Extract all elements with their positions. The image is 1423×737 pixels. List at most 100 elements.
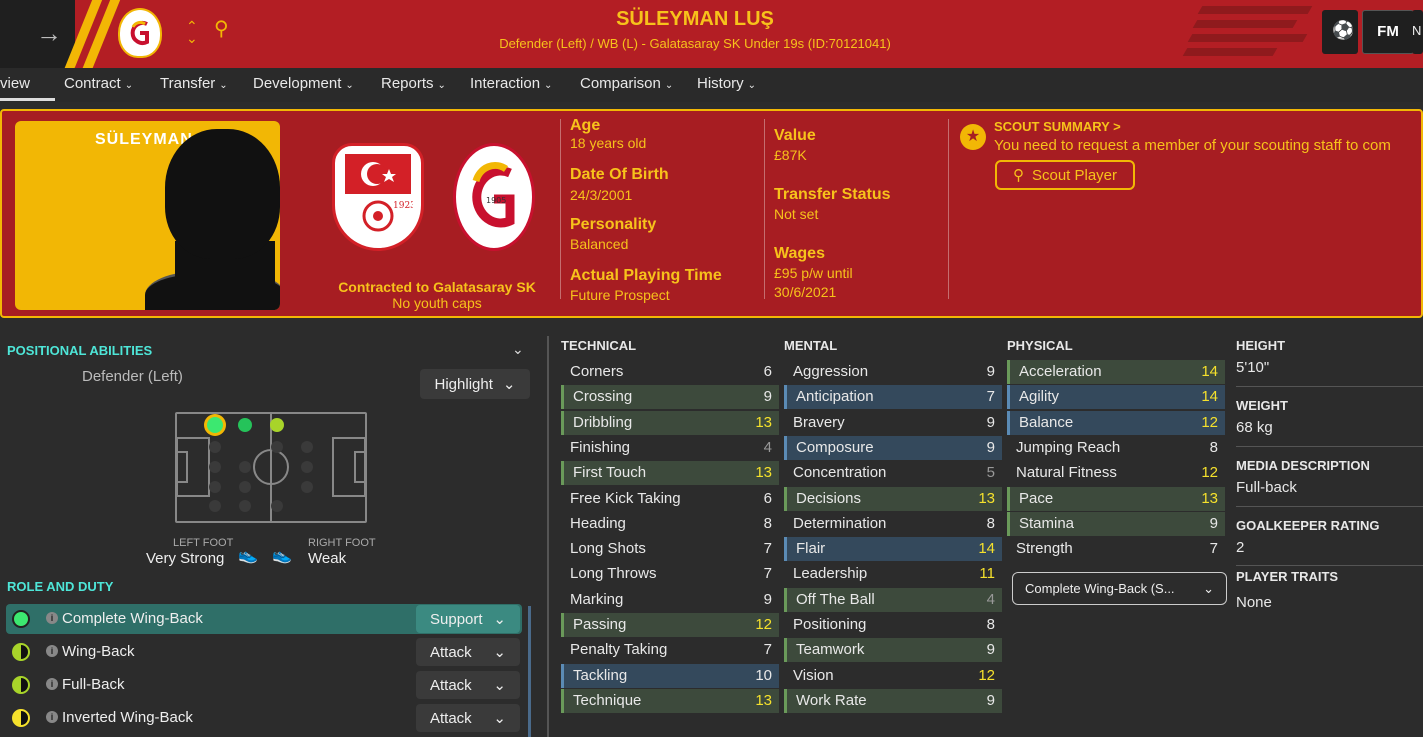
search-icon: ⚲	[1012, 167, 1024, 184]
duty-dropdown[interactable]: Attack ⌄	[416, 638, 520, 666]
attribute-row[interactable]: Passing 12	[561, 613, 779, 637]
attribute-row[interactable]: Off The Ball 4	[784, 587, 1002, 612]
attribute-row[interactable]: Decisions 13	[784, 486, 1002, 511]
tab-overview[interactable]: view	[0, 75, 30, 92]
attribute-row[interactable]: Flair 14	[784, 537, 1002, 562]
scout-summary-link[interactable]: SCOUT SUMMARY >	[994, 119, 1121, 134]
attribute-name: Finishing	[570, 438, 631, 456]
attribute-row[interactable]: Composure 9	[784, 435, 1002, 460]
chevron-down-icon: ⌄	[502, 376, 516, 393]
positional-panel: POSITIONAL ABILITIES ⌄ Defender (Left) H…	[0, 328, 540, 737]
scout-summary-text: You need to request a member of your sco…	[994, 137, 1391, 154]
physical-title: PHYSICAL	[1007, 338, 1073, 353]
divider	[764, 119, 765, 299]
tab-history[interactable]: History ⌄	[697, 75, 756, 92]
tab-contract[interactable]: Contract ⌄	[64, 75, 133, 92]
attribute-row[interactable]: Anticipation 7	[784, 385, 1002, 410]
transfer-status-label: Transfer Status	[774, 186, 891, 203]
tab-interaction[interactable]: Interaction ⌄	[470, 75, 552, 92]
info-icon[interactable]: i	[46, 678, 58, 690]
attribute-row[interactable]: Teamwork 9	[784, 638, 1002, 663]
tab-label: Interaction	[470, 75, 541, 92]
attribute-row[interactable]: Concentration 5	[784, 461, 1002, 485]
scout-player-button[interactable]: ⚲ Scout Player	[995, 160, 1135, 190]
tab-reports[interactable]: Reports ⌄	[381, 75, 446, 92]
role-row[interactable]: i Wing-Back Attack ⌄	[6, 637, 522, 667]
goalkeeper-rating-value: 2	[1236, 539, 1245, 556]
attribute-value: 14	[978, 540, 995, 558]
club-badge-icon[interactable]: 1905	[453, 143, 535, 251]
attribute-row[interactable]: Pace 13	[1007, 486, 1225, 511]
attribute-row[interactable]: Long Shots 7	[561, 537, 779, 561]
divider	[948, 119, 949, 299]
role-select-dropdown[interactable]: Complete Wing-Back (S... ⌄	[1012, 572, 1227, 605]
attribute-row[interactable]: First Touch 13	[561, 461, 779, 486]
attribute-row[interactable]: Heading 8	[561, 512, 779, 536]
attribute-name: Decisions	[796, 489, 862, 507]
role-rating-icon	[12, 610, 30, 628]
ball-icon[interactable]: ⚽	[1322, 10, 1358, 54]
attribute-row[interactable]: Penalty Taking 7	[561, 638, 779, 662]
attribute-row[interactable]: Agility 14	[1007, 385, 1225, 410]
attribute-name: Strength	[1016, 540, 1073, 558]
attribute-row[interactable]: Marking 9	[561, 588, 779, 612]
tab-comparison[interactable]: Comparison ⌄	[580, 75, 673, 92]
tab-development[interactable]: Development ⌄	[253, 75, 354, 92]
attribute-row[interactable]: Vision 12	[784, 664, 1002, 688]
attribute-value: 4	[763, 438, 772, 456]
fm-button[interactable]: FM	[1362, 10, 1414, 54]
attribute-row[interactable]: Corners 6	[561, 360, 779, 384]
attribute-row[interactable]: Aggression 9	[784, 360, 1002, 384]
chevron-down-icon: ⌄	[747, 80, 757, 91]
attribute-row[interactable]: Bravery 9	[784, 411, 1002, 435]
highlight-dropdown[interactable]: Highlight ⌄	[420, 369, 530, 399]
role-row[interactable]: i Complete Wing-Back Support ⌄	[6, 604, 522, 634]
duty-dropdown[interactable]: Support ⌄	[416, 605, 520, 633]
info-icon[interactable]: i	[46, 711, 58, 723]
attribute-row[interactable]: Jumping Reach 8	[1007, 436, 1225, 460]
duty-dropdown[interactable]: Attack ⌄	[416, 671, 520, 699]
info-icon[interactable]: i	[46, 645, 58, 657]
attribute-row[interactable]: Finishing 4	[561, 436, 779, 460]
attribute-row[interactable]: Leadership 11	[784, 562, 1002, 586]
chevron-down-icon[interactable]: ⌄	[512, 341, 524, 358]
attribute-value: 13	[978, 489, 995, 507]
attribute-value: 14	[1201, 363, 1218, 380]
info-icon[interactable]: i	[46, 612, 58, 624]
attribute-row[interactable]: Free Kick Taking 6	[561, 487, 779, 511]
attribute-row[interactable]: Acceleration 14	[1007, 360, 1225, 384]
attribute-row[interactable]: Long Throws 7	[561, 562, 779, 586]
attribute-name: Passing	[573, 616, 627, 633]
attribute-row[interactable]: Balance 12	[1007, 410, 1225, 435]
attribute-row[interactable]: Technique 13	[561, 688, 779, 713]
header-decoration	[1192, 20, 1298, 28]
attribute-value: 9	[986, 641, 995, 659]
attribute-row[interactable]: Work Rate 9	[784, 688, 1002, 713]
attribute-name: Natural Fitness	[1016, 464, 1117, 482]
attribute-value: 13	[755, 464, 772, 482]
scrollbar[interactable]	[528, 606, 531, 737]
next-button[interactable]: N	[1412, 10, 1423, 54]
duty-dropdown[interactable]: Attack ⌄	[416, 704, 520, 732]
chevron-down-icon: ⌄	[219, 80, 228, 91]
attribute-row[interactable]: Dribbling 13	[561, 410, 779, 435]
role-row[interactable]: i Full-Back Attack ⌄	[6, 670, 522, 700]
attribute-row[interactable]: Natural Fitness 12	[1007, 461, 1225, 485]
attribute-name: Marking	[570, 590, 624, 608]
attribute-row[interactable]: Tackling 10	[561, 663, 779, 688]
attribute-name: Dribbling	[573, 413, 633, 431]
position-name: Defender (Left)	[82, 368, 183, 385]
player-name: SÜLEYMAN LUŞ	[616, 8, 774, 30]
attribute-name: Long Throws	[570, 565, 657, 583]
role-row[interactable]: i Inverted Wing-Back Attack ⌄	[6, 703, 522, 733]
attribute-row[interactable]: Positioning 8	[784, 613, 1002, 637]
tab-label: Transfer	[160, 75, 216, 92]
attribute-row[interactable]: Strength 7	[1007, 537, 1225, 561]
tab-transfer[interactable]: Transfer ⌄	[160, 75, 228, 92]
attribute-row[interactable]: Crossing 9	[561, 385, 779, 410]
nation-badge-icon[interactable]: 1923	[332, 143, 424, 251]
goalkeeper-rating-label: GOALKEEPER RATING	[1236, 518, 1380, 533]
attribute-row[interactable]: Determination 8	[784, 512, 1002, 536]
tab-label: Comparison	[580, 75, 661, 92]
attribute-row[interactable]: Stamina 9	[1007, 511, 1225, 536]
